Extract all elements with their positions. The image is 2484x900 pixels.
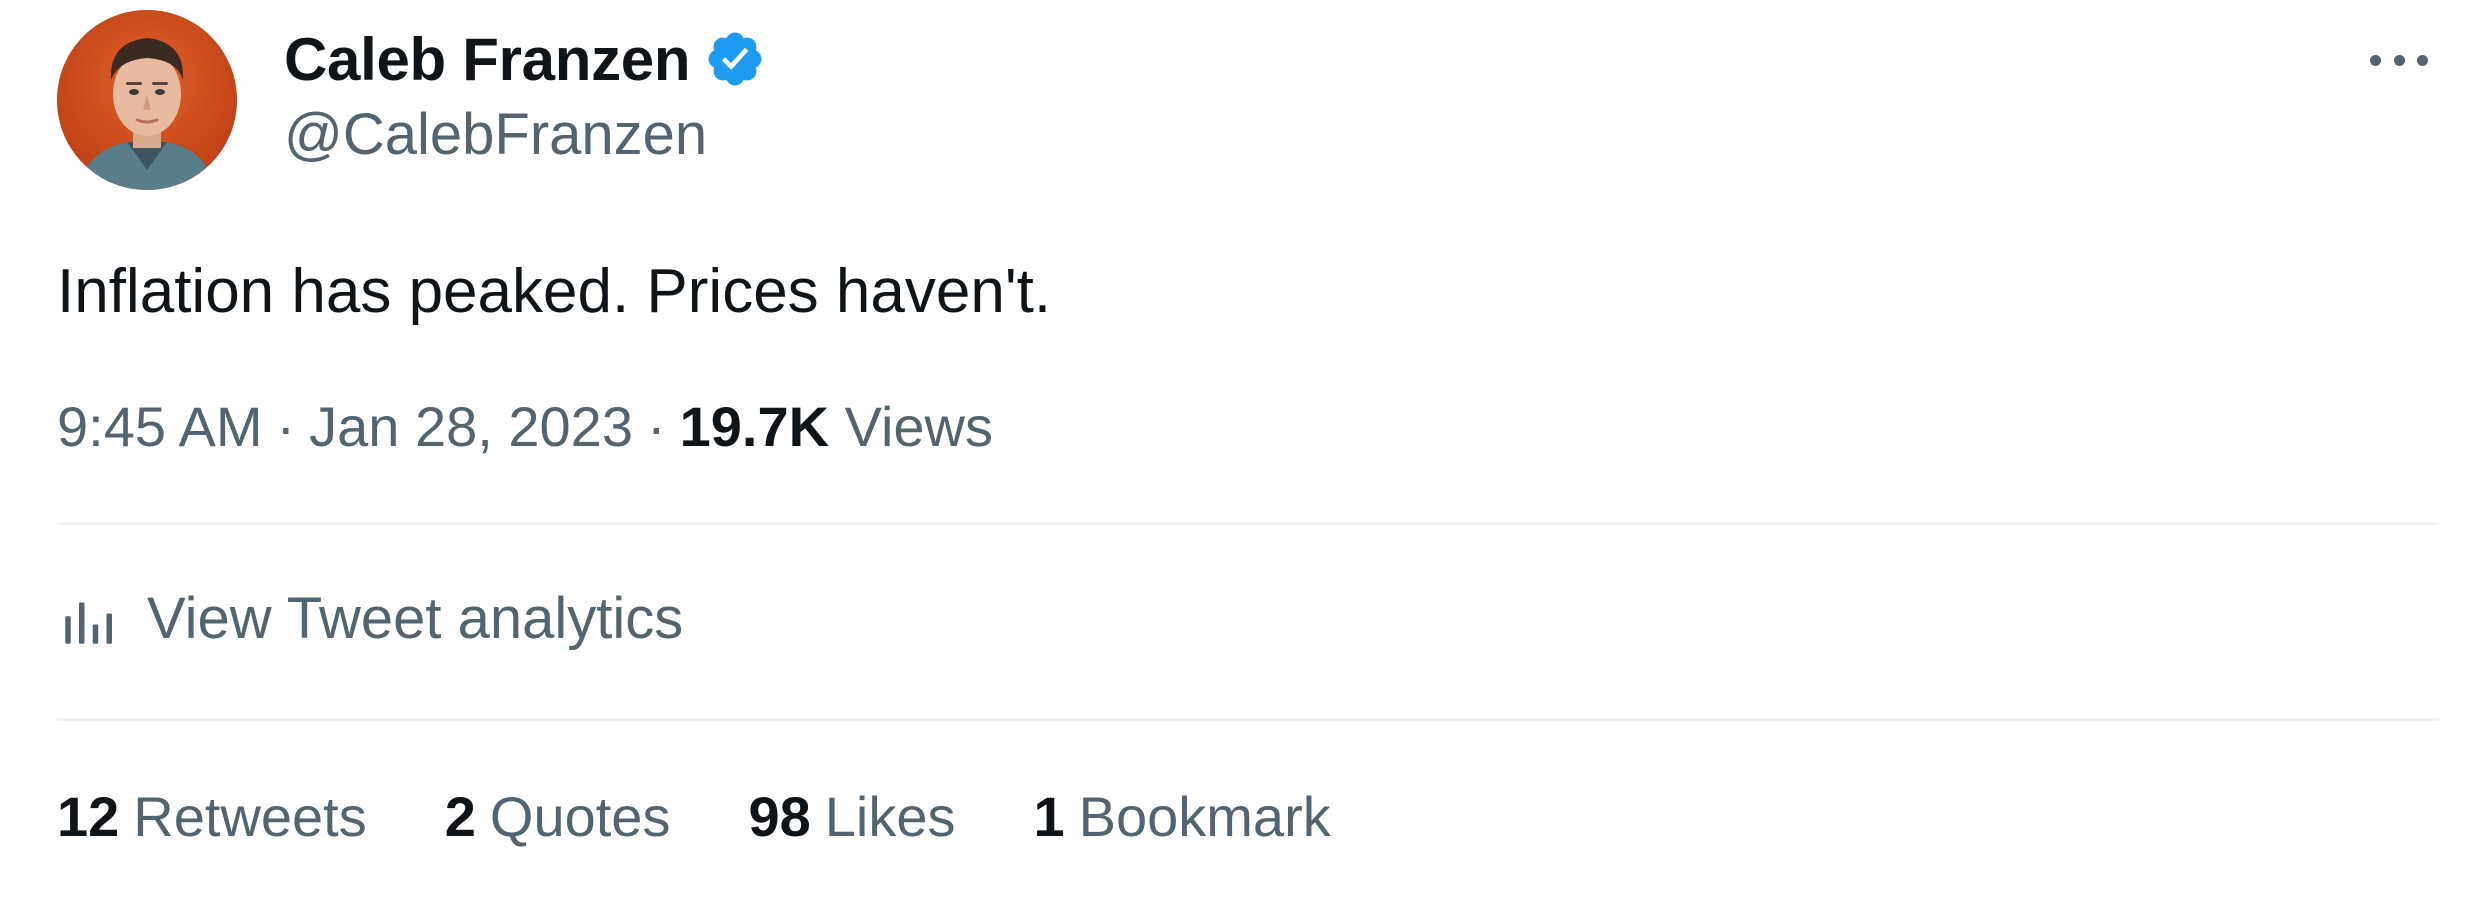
avatar[interactable]	[57, 10, 237, 190]
tweet-time[interactable]: 9:45 AM	[57, 395, 262, 458]
stat-count: 1	[1033, 785, 1065, 848]
stat-count: 12	[57, 785, 120, 848]
stat-label: Retweets	[133, 785, 367, 848]
verified-badge-icon	[708, 32, 762, 86]
stat-count: 2	[444, 785, 476, 848]
divider	[57, 522, 2439, 525]
stat-label: Likes	[824, 785, 956, 848]
meta-separator: ·	[276, 395, 296, 458]
tweet-date[interactable]: Jan 28, 2023	[309, 395, 633, 458]
stat-bookmarks[interactable]: 1 Bookmark	[1033, 782, 1330, 852]
display-name[interactable]: Caleb Franzen	[284, 25, 691, 94]
analytics-label: View Tweet analytics	[147, 586, 684, 651]
tweet-card: Caleb Franzen @CalebFranzen Inflation ha…	[0, 0, 2484, 900]
user-handle[interactable]: @CalebFranzen	[284, 100, 707, 170]
bar-chart-icon	[65, 602, 112, 644]
tweet-text: Inflation has peaked. Prices haven't.	[57, 257, 1052, 326]
stat-label: Bookmark	[1078, 785, 1331, 848]
view-analytics-link[interactable]: View Tweet analytics	[57, 584, 683, 654]
meta-separator: ·	[646, 395, 666, 458]
more-dot	[2417, 54, 2428, 66]
tweet-meta: 9:45 AM · Jan 28, 2023 · 19.7K Views	[57, 392, 993, 462]
divider	[57, 718, 2439, 721]
stat-quotes[interactable]: 2 Quotes	[445, 782, 671, 852]
avatar-portrait-image	[57, 10, 237, 190]
views-label: Views	[844, 395, 993, 458]
stat-count: 98	[748, 785, 811, 848]
display-name-row: Caleb Franzen	[284, 22, 766, 96]
more-options-icon[interactable]	[2364, 38, 2434, 82]
more-dot	[2370, 54, 2381, 66]
stat-retweets[interactable]: 12 Retweets	[57, 782, 367, 852]
more-dot	[2393, 54, 2405, 66]
stat-likes[interactable]: 98 Likes	[748, 782, 955, 852]
tweet-stats: 12 Retweets 2 Quotes 98 Likes 1 Bookmark	[57, 782, 1409, 852]
stat-label: Quotes	[489, 785, 671, 848]
views-count: 19.7K	[679, 395, 830, 458]
